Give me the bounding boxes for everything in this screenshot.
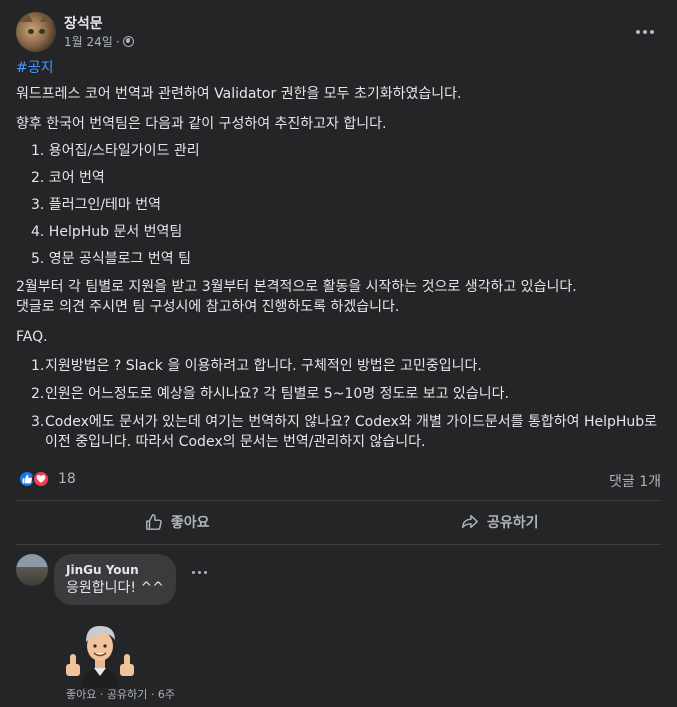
reactions-summary[interactable]: 18 <box>18 470 76 488</box>
facebook-post: 장석문 1월 24일 · #공지 워드프레스 코어 번역과 관련하여 Valid… <box>0 0 677 707</box>
comment-options-button[interactable] <box>192 571 207 574</box>
post-paragraph-3a: 2월부터 각 팀별로 지원을 받고 3월부터 본격적으로 활동을 시작하는 것으… <box>16 279 577 295</box>
post-header: 장석문 1월 24일 · <box>16 12 661 54</box>
more-options-button[interactable] <box>629 16 661 48</box>
faq-list: 1. 지원방법은 ? Slack 을 이용하려고 합니다. 구체적인 방법은 고… <box>16 356 661 452</box>
reaction-count: 18 <box>58 471 76 487</box>
comment-text: 응원합니다! ^^ <box>66 580 164 596</box>
love-reaction-icon <box>32 470 50 488</box>
author-avatar[interactable] <box>16 12 56 52</box>
post-meta: 1월 24일 · <box>64 33 134 50</box>
faq-text: 지원방법은 ? Slack 을 이용하려고 합니다. 구체적인 방법은 고민중입… <box>45 358 482 374</box>
faq-number: 1. <box>31 358 45 374</box>
hashtag-link[interactable]: #공지 <box>16 58 661 78</box>
list-item: 4. HelpHub 문서 번역팀 <box>31 224 183 240</box>
dot-icon <box>636 30 640 34</box>
faq-number: 3. <box>31 414 45 430</box>
dot-icon <box>198 571 201 574</box>
post-paragraph-3b: 댓글로 의견 주시면 팀 구성시에 참고하여 진행하도록 하겠습니다. <box>16 299 400 315</box>
share-button[interactable]: 공유하기 <box>339 504 662 540</box>
like-button[interactable]: 좋아요 <box>16 504 339 540</box>
list-item: 3. 플러그인/테마 번역 <box>31 197 162 213</box>
share-icon <box>462 514 478 529</box>
faq-title: FAQ. <box>16 329 48 345</box>
list-item: 1. 용어집/스타일가이드 관리 <box>31 143 200 159</box>
list-item: 2. 코어 번역 <box>31 170 105 186</box>
divider <box>16 500 661 501</box>
comment-meta[interactable]: 좋아요 · 공유하기 · 6주 <box>66 686 175 702</box>
meta-separator: · <box>115 34 120 49</box>
author-name[interactable]: 장석문 <box>64 13 103 33</box>
post-body: #공지 워드프레스 코어 번역과 관련하여 Validator 권한을 모두 초… <box>16 58 661 460</box>
faq-text: Codex에도 문서가 있는데 여기는 번역하지 않나요? Codex와 개별 … <box>45 414 658 450</box>
post-date[interactable]: 1월 24일 <box>64 33 113 50</box>
dot-icon <box>204 571 207 574</box>
thumbs-up-icon <box>146 514 162 530</box>
dot-icon <box>643 30 647 34</box>
post-paragraph-2: 향후 한국어 번역팀은 다음과 같이 구성하여 추진하고자 합니다. <box>16 116 387 132</box>
faq-item: 3. Codex에도 문서가 있는데 여기는 번역하지 않나요? Codex와 … <box>16 412 661 452</box>
globe-icon[interactable] <box>122 36 134 47</box>
faq-item: 1. 지원방법은 ? Slack 을 이용하려고 합니다. 구체적인 방법은 고… <box>16 356 661 376</box>
like-label: 좋아요 <box>170 515 210 531</box>
comment-count[interactable]: 댓글 1개 <box>609 471 661 491</box>
faq-text: 인원은 어느정도로 예상을 하시나요? 각 팀별로 5~10명 정도로 보고 있… <box>45 386 509 402</box>
team-list: 1. 용어집/스타일가이드 관리 2. 코어 번역 3. 플러그인/테마 번역 … <box>16 141 661 276</box>
dot-icon <box>192 571 195 574</box>
dot-icon <box>650 30 654 34</box>
post-paragraph-1: 워드프레스 코어 번역과 관련하여 Validator 권한을 모두 초기화하였… <box>16 86 462 102</box>
share-label: 공유하기 <box>486 515 539 531</box>
thumbs-up-sticker-icon <box>66 626 134 688</box>
list-item: 5. 영문 공식블로그 번역 팀 <box>31 251 191 267</box>
faq-item: 2. 인원은 어느정도로 예상을 하시나요? 각 팀별로 5~10명 정도로 보… <box>16 384 661 404</box>
divider <box>16 544 661 545</box>
commenter-avatar[interactable] <box>16 554 48 586</box>
post-actions: 좋아요 공유하기 <box>16 504 661 540</box>
commenter-name[interactable]: JinGu Youn <box>66 562 164 578</box>
faq-number: 2. <box>31 386 45 402</box>
comment-bubble: JinGu Youn 응원합니다! ^^ <box>54 554 176 605</box>
